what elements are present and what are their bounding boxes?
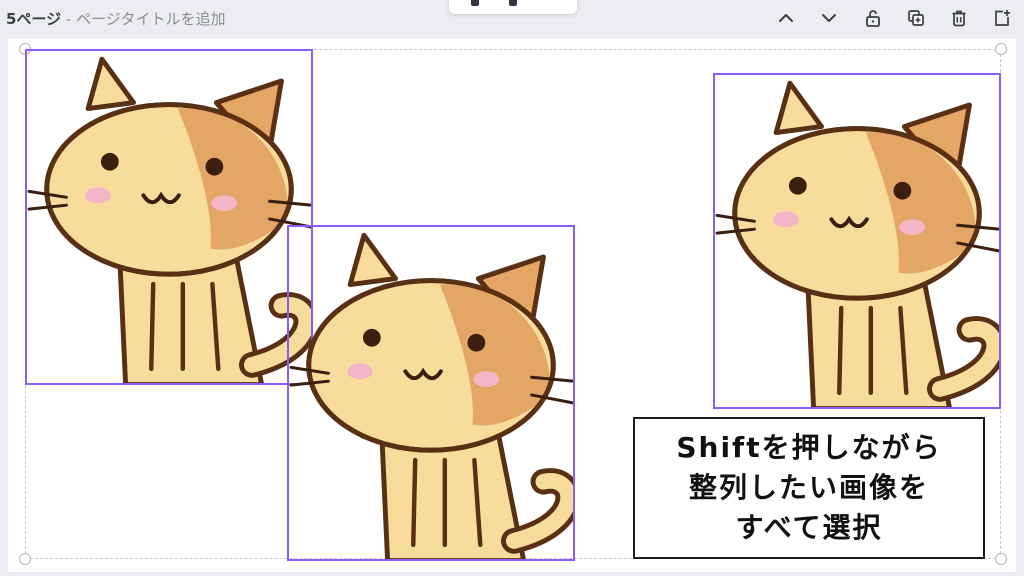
page-title[interactable]: 5ページ - ページタイトルを追加 [6,8,226,29]
cat-image-3[interactable] [713,73,1001,409]
cat-illustration [27,56,311,383]
add-page-icon[interactable] [989,5,1015,31]
floating-toolbar[interactable] [449,0,577,14]
page-number-label: 5ページ [6,10,62,28]
cat-image-1[interactable] [25,49,313,385]
cat-illustration [715,80,999,407]
instruction-textbox[interactable]: Shiftを押しながら 整列したい画像を すべて選択 [633,417,985,559]
page-title-placeholder[interactable]: - ページタイトルを追加 [61,10,226,28]
duplicate-page-icon[interactable] [903,5,929,31]
resize-handle-bottom-left[interactable] [19,553,31,565]
resize-handle-top-right[interactable] [995,43,1007,55]
instruction-line-1: Shiftを押しながら [676,431,942,464]
trash-icon[interactable] [946,5,972,31]
instruction-line-3: すべて選択 [735,511,883,544]
cat-image-2[interactable] [287,225,575,561]
resize-handle-bottom-right[interactable] [995,553,1007,565]
cat-illustration [289,232,573,559]
page-header: 5ページ - ページタイトルを追加 [0,0,1024,38]
chevron-down-icon[interactable] [816,5,842,31]
instruction-line-2: 整列したい画像を [688,471,929,504]
design-canvas[interactable]: Shiftを押しながら 整列したい画像を すべて選択 [8,39,1016,572]
toolbar-handle-icon [509,0,517,6]
toolbar-handle-icon [471,0,479,6]
lock-icon[interactable] [860,5,886,31]
chevron-up-icon[interactable] [773,5,799,31]
